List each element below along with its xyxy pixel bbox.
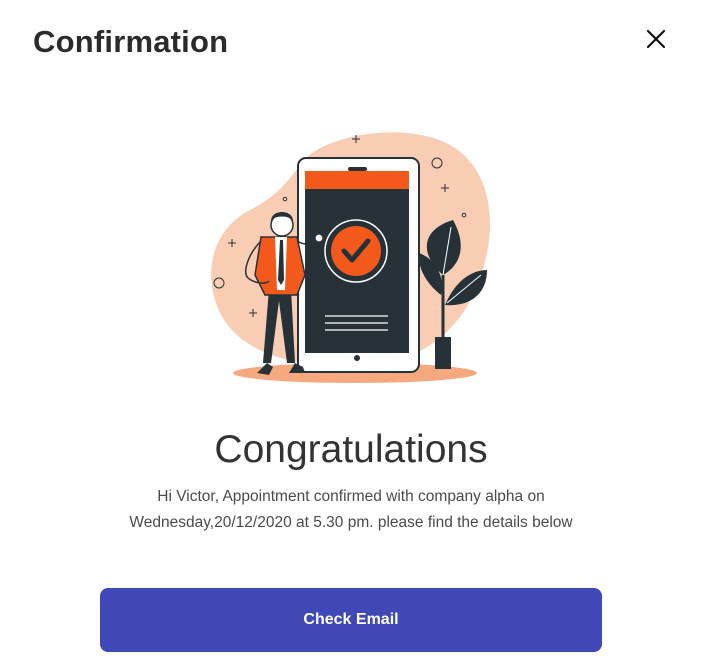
phone-confirmation-illustration (211, 132, 490, 383)
close-button[interactable] (640, 23, 672, 55)
phone-home-button (354, 355, 360, 361)
confirmation-dialog: Confirmation Congratulations Hi Victor, … (0, 0, 702, 669)
congratulations-heading: Congratulations (214, 428, 488, 471)
check-badge (331, 226, 381, 276)
message-line-1: Hi Victor, Appointment confirmed with co… (157, 488, 545, 505)
check-email-button[interactable]: Check Email (100, 588, 602, 652)
phone-header-bar (305, 171, 409, 189)
message-line-2: Wednesday,20/12/2020 at 5.30 pm. please … (129, 514, 573, 531)
confirmation-message: Hi Victor, Appointment confirmed with co… (100, 484, 602, 536)
phone-notch (348, 167, 367, 171)
dialog-title: Confirmation (33, 24, 229, 59)
close-icon (646, 29, 666, 49)
